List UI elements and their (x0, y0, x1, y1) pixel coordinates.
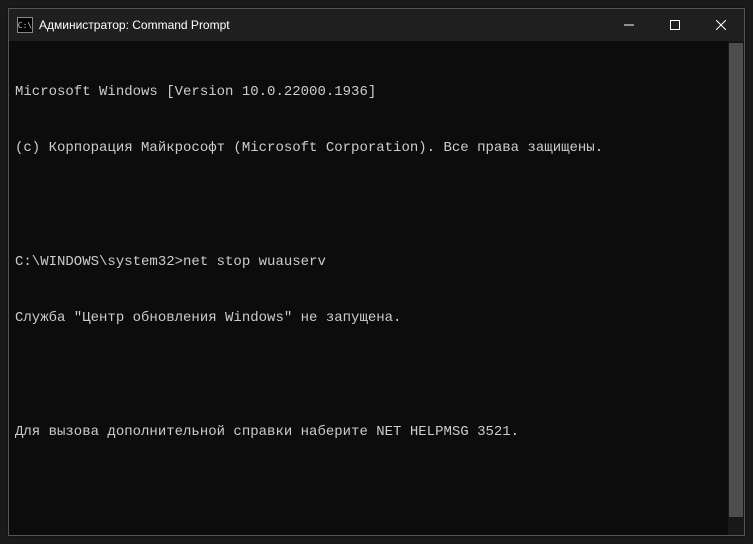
blank-line (15, 366, 738, 385)
output-line: Для вызова дополнительной справки набери… (15, 423, 738, 442)
command-prompt-window: C:\ Администратор: Command Prompt Micros… (8, 8, 745, 536)
blank-line (15, 196, 738, 215)
window-controls (606, 9, 744, 41)
maximize-button[interactable] (652, 9, 698, 41)
output-line: Microsoft Windows [Version 10.0.22000.19… (15, 83, 738, 102)
terminal-output[interactable]: Microsoft Windows [Version 10.0.22000.19… (9, 41, 744, 535)
blank-line (15, 479, 738, 498)
scrollbar[interactable] (728, 41, 744, 535)
minimize-button[interactable] (606, 9, 652, 41)
output-line: (c) Корпорация Майкрософт (Microsoft Cor… (15, 139, 738, 158)
output-line: C:\WINDOWS\system32>net stop wuauserv (15, 253, 738, 272)
output-line: Служба "Центр обновления Windows" не зап… (15, 309, 738, 328)
window-title: Администратор: Command Prompt (39, 18, 606, 32)
scrollbar-thumb[interactable] (729, 43, 743, 517)
close-button[interactable] (698, 9, 744, 41)
app-icon: C:\ (17, 17, 33, 33)
titlebar[interactable]: C:\ Администратор: Command Prompt (9, 9, 744, 41)
